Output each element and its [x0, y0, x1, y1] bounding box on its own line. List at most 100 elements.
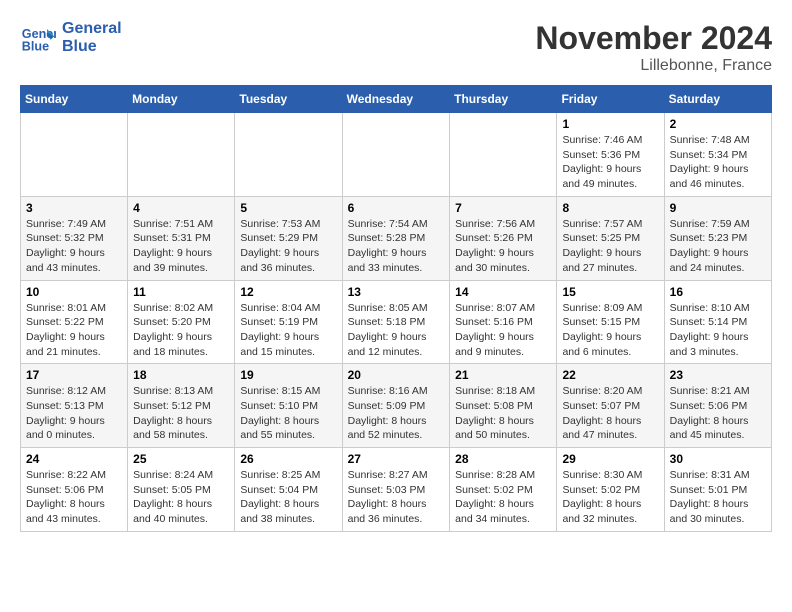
calendar-cell: 19 Sunrise: 8:15 AM Sunset: 5:10 PM Dayli… [235, 364, 342, 448]
day-info: Sunrise: 7:46 AM Sunset: 5:36 PM Dayligh… [562, 133, 658, 192]
day-number: 14 [455, 285, 551, 299]
day-number: 21 [455, 368, 551, 382]
calendar-cell: 11 Sunrise: 8:02 AM Sunset: 5:20 PM Dayli… [128, 280, 235, 364]
day-number: 2 [670, 117, 766, 131]
logo: General Blue General Blue [20, 20, 122, 56]
title-block: November 2024 Lillebonne, France [535, 20, 772, 75]
weekday-header: Wednesday [342, 86, 450, 113]
day-info: Sunrise: 8:24 AM Sunset: 5:05 PM Dayligh… [133, 468, 229, 527]
calendar-cell: 10 Sunrise: 8:01 AM Sunset: 5:22 PM Dayli… [21, 280, 128, 364]
day-info: Sunrise: 8:09 AM Sunset: 5:15 PM Dayligh… [562, 301, 658, 360]
day-number: 8 [562, 201, 658, 215]
calendar-week-row: 10 Sunrise: 8:01 AM Sunset: 5:22 PM Dayli… [21, 280, 772, 364]
calendar-cell: 9 Sunrise: 7:59 AM Sunset: 5:23 PM Daylig… [664, 196, 771, 280]
day-info: Sunrise: 8:21 AM Sunset: 5:06 PM Dayligh… [670, 384, 766, 443]
day-info: Sunrise: 7:51 AM Sunset: 5:31 PM Dayligh… [133, 217, 229, 276]
calendar-cell: 28 Sunrise: 8:28 AM Sunset: 5:02 PM Dayli… [450, 448, 557, 532]
day-info: Sunrise: 8:18 AM Sunset: 5:08 PM Dayligh… [455, 384, 551, 443]
day-number: 29 [562, 452, 658, 466]
logo-line2: Blue [62, 38, 122, 56]
day-number: 22 [562, 368, 658, 382]
day-number: 17 [26, 368, 122, 382]
calendar-cell: 30Sunrise: 8:31 AM Sunset: 5:01 PM Dayli… [664, 448, 771, 532]
day-number: 16 [670, 285, 766, 299]
day-number: 18 [133, 368, 229, 382]
calendar-cell: 27Sunrise: 8:27 AM Sunset: 5:03 PM Dayli… [342, 448, 450, 532]
calendar-cell: 13 Sunrise: 8:05 AM Sunset: 5:18 PM Dayli… [342, 280, 450, 364]
weekday-header-row: SundayMondayTuesdayWednesdayThursdayFrid… [21, 86, 772, 113]
day-number: 9 [670, 201, 766, 215]
calendar-cell: 24Sunrise: 8:22 AM Sunset: 5:06 PM Dayli… [21, 448, 128, 532]
day-info: Sunrise: 8:30 AM Sunset: 5:02 PM Dayligh… [562, 468, 658, 527]
day-number: 4 [133, 201, 229, 215]
day-info: Sunrise: 8:15 AM Sunset: 5:10 PM Dayligh… [240, 384, 336, 443]
calendar-cell: 3 Sunrise: 7:49 AM Sunset: 5:32 PM Daylig… [21, 196, 128, 280]
day-info: Sunrise: 7:48 AM Sunset: 5:34 PM Dayligh… [670, 133, 766, 192]
day-number: 20 [348, 368, 445, 382]
day-info: Sunrise: 7:53 AM Sunset: 5:29 PM Dayligh… [240, 217, 336, 276]
day-info: Sunrise: 8:12 AM Sunset: 5:13 PM Dayligh… [26, 384, 122, 443]
weekday-header: Friday [557, 86, 664, 113]
day-info: Sunrise: 8:13 AM Sunset: 5:12 PM Dayligh… [133, 384, 229, 443]
calendar-cell: 15 Sunrise: 8:09 AM Sunset: 5:15 PM Dayli… [557, 280, 664, 364]
location: Lillebonne, France [535, 57, 772, 75]
calendar-cell: 6 Sunrise: 7:54 AM Sunset: 5:28 PM Daylig… [342, 196, 450, 280]
calendar-cell: 7 Sunrise: 7:56 AM Sunset: 5:26 PM Daylig… [450, 196, 557, 280]
day-number: 13 [348, 285, 445, 299]
calendar-week-row: 17 Sunrise: 8:12 AM Sunset: 5:13 PM Dayli… [21, 364, 772, 448]
calendar-cell: 8 Sunrise: 7:57 AM Sunset: 5:25 PM Daylig… [557, 196, 664, 280]
day-number: 5 [240, 201, 336, 215]
day-number: 26 [240, 452, 336, 466]
svg-text:Blue: Blue [22, 40, 49, 54]
day-info: Sunrise: 8:01 AM Sunset: 5:22 PM Dayligh… [26, 301, 122, 360]
day-info: Sunrise: 7:54 AM Sunset: 5:28 PM Dayligh… [348, 217, 445, 276]
day-info: Sunrise: 8:16 AM Sunset: 5:09 PM Dayligh… [348, 384, 445, 443]
calendar-cell: 12Sunrise: 8:04 AM Sunset: 5:19 PM Dayli… [235, 280, 342, 364]
day-info: Sunrise: 8:20 AM Sunset: 5:07 PM Dayligh… [562, 384, 658, 443]
month-title: November 2024 [535, 20, 772, 57]
calendar-cell: 1 Sunrise: 7:46 AM Sunset: 5:36 PM Daylig… [557, 113, 664, 197]
calendar-cell [450, 113, 557, 197]
day-number: 25 [133, 452, 229, 466]
calendar-cell: 18 Sunrise: 8:13 AM Sunset: 5:12 PM Dayli… [128, 364, 235, 448]
day-number: 28 [455, 452, 551, 466]
calendar-cell: 21 Sunrise: 8:18 AM Sunset: 5:08 PM Dayli… [450, 364, 557, 448]
day-number: 15 [562, 285, 658, 299]
day-number: 27 [348, 452, 445, 466]
calendar-cell: 22 Sunrise: 8:20 AM Sunset: 5:07 PM Dayli… [557, 364, 664, 448]
day-number: 12 [240, 285, 336, 299]
day-info: Sunrise: 8:28 AM Sunset: 5:02 PM Dayligh… [455, 468, 551, 527]
day-info: Sunrise: 8:02 AM Sunset: 5:20 PM Dayligh… [133, 301, 229, 360]
day-info: Sunrise: 8:25 AM Sunset: 5:04 PM Dayligh… [240, 468, 336, 527]
calendar-week-row: 1 Sunrise: 7:46 AM Sunset: 5:36 PM Daylig… [21, 113, 772, 197]
logo-line1: General [62, 20, 122, 38]
weekday-header: Monday [128, 86, 235, 113]
day-number: 10 [26, 285, 122, 299]
day-info: Sunrise: 7:57 AM Sunset: 5:25 PM Dayligh… [562, 217, 658, 276]
day-number: 19 [240, 368, 336, 382]
calendar-cell [342, 113, 450, 197]
calendar-cell: 4 Sunrise: 7:51 AM Sunset: 5:31 PM Daylig… [128, 196, 235, 280]
day-info: Sunrise: 7:59 AM Sunset: 5:23 PM Dayligh… [670, 217, 766, 276]
calendar-cell: 20 Sunrise: 8:16 AM Sunset: 5:09 PM Dayli… [342, 364, 450, 448]
calendar-cell: 16Sunrise: 8:10 AM Sunset: 5:14 PM Dayli… [664, 280, 771, 364]
day-number: 6 [348, 201, 445, 215]
day-info: Sunrise: 8:22 AM Sunset: 5:06 PM Dayligh… [26, 468, 122, 527]
logo-icon: General Blue [20, 20, 56, 56]
calendar-cell: 29 Sunrise: 8:30 AM Sunset: 5:02 PM Dayli… [557, 448, 664, 532]
day-info: Sunrise: 7:56 AM Sunset: 5:26 PM Dayligh… [455, 217, 551, 276]
calendar-cell: 14Sunrise: 8:07 AM Sunset: 5:16 PM Dayli… [450, 280, 557, 364]
weekday-header: Tuesday [235, 86, 342, 113]
calendar-cell [21, 113, 128, 197]
calendar-week-row: 3 Sunrise: 7:49 AM Sunset: 5:32 PM Daylig… [21, 196, 772, 280]
day-number: 11 [133, 285, 229, 299]
calendar-cell: 2 Sunrise: 7:48 AM Sunset: 5:34 PM Daylig… [664, 113, 771, 197]
day-number: 7 [455, 201, 551, 215]
day-number: 3 [26, 201, 122, 215]
day-number: 1 [562, 117, 658, 131]
day-info: Sunrise: 8:05 AM Sunset: 5:18 PM Dayligh… [348, 301, 445, 360]
weekday-header: Saturday [664, 86, 771, 113]
calendar-cell [128, 113, 235, 197]
day-info: Sunrise: 8:31 AM Sunset: 5:01 PM Dayligh… [670, 468, 766, 527]
day-info: Sunrise: 7:49 AM Sunset: 5:32 PM Dayligh… [26, 217, 122, 276]
